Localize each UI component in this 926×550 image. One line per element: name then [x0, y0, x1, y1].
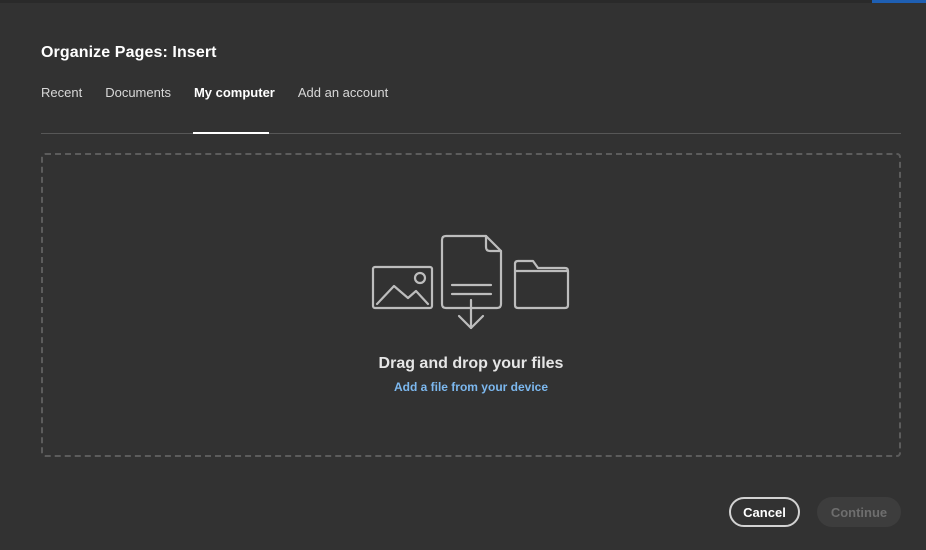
- active-tab-indicator: [193, 132, 269, 134]
- image-icon: [371, 265, 434, 310]
- tab-recent[interactable]: Recent: [41, 85, 82, 105]
- tab-documents[interactable]: Documents: [105, 85, 171, 105]
- folder-icon: [513, 259, 570, 310]
- tabs-divider: [41, 133, 901, 134]
- add-file-from-device-link[interactable]: Add a file from your device: [394, 380, 548, 394]
- tab-add-an-account[interactable]: Add an account: [298, 85, 388, 105]
- add-file-link-row: Add a file from your device: [41, 380, 901, 394]
- continue-button[interactable]: Continue: [817, 497, 901, 527]
- tab-my-computer[interactable]: My computer: [194, 85, 275, 105]
- upload-illustration: [371, 234, 570, 330]
- document-download-icon: [440, 234, 503, 330]
- cancel-button[interactable]: Cancel: [729, 497, 800, 527]
- dialog-title: Organize Pages: Insert: [41, 44, 217, 61]
- dropzone-title: Drag and drop your files: [378, 355, 564, 372]
- source-tabs: Recent Documents My computer Add an acco…: [41, 85, 411, 105]
